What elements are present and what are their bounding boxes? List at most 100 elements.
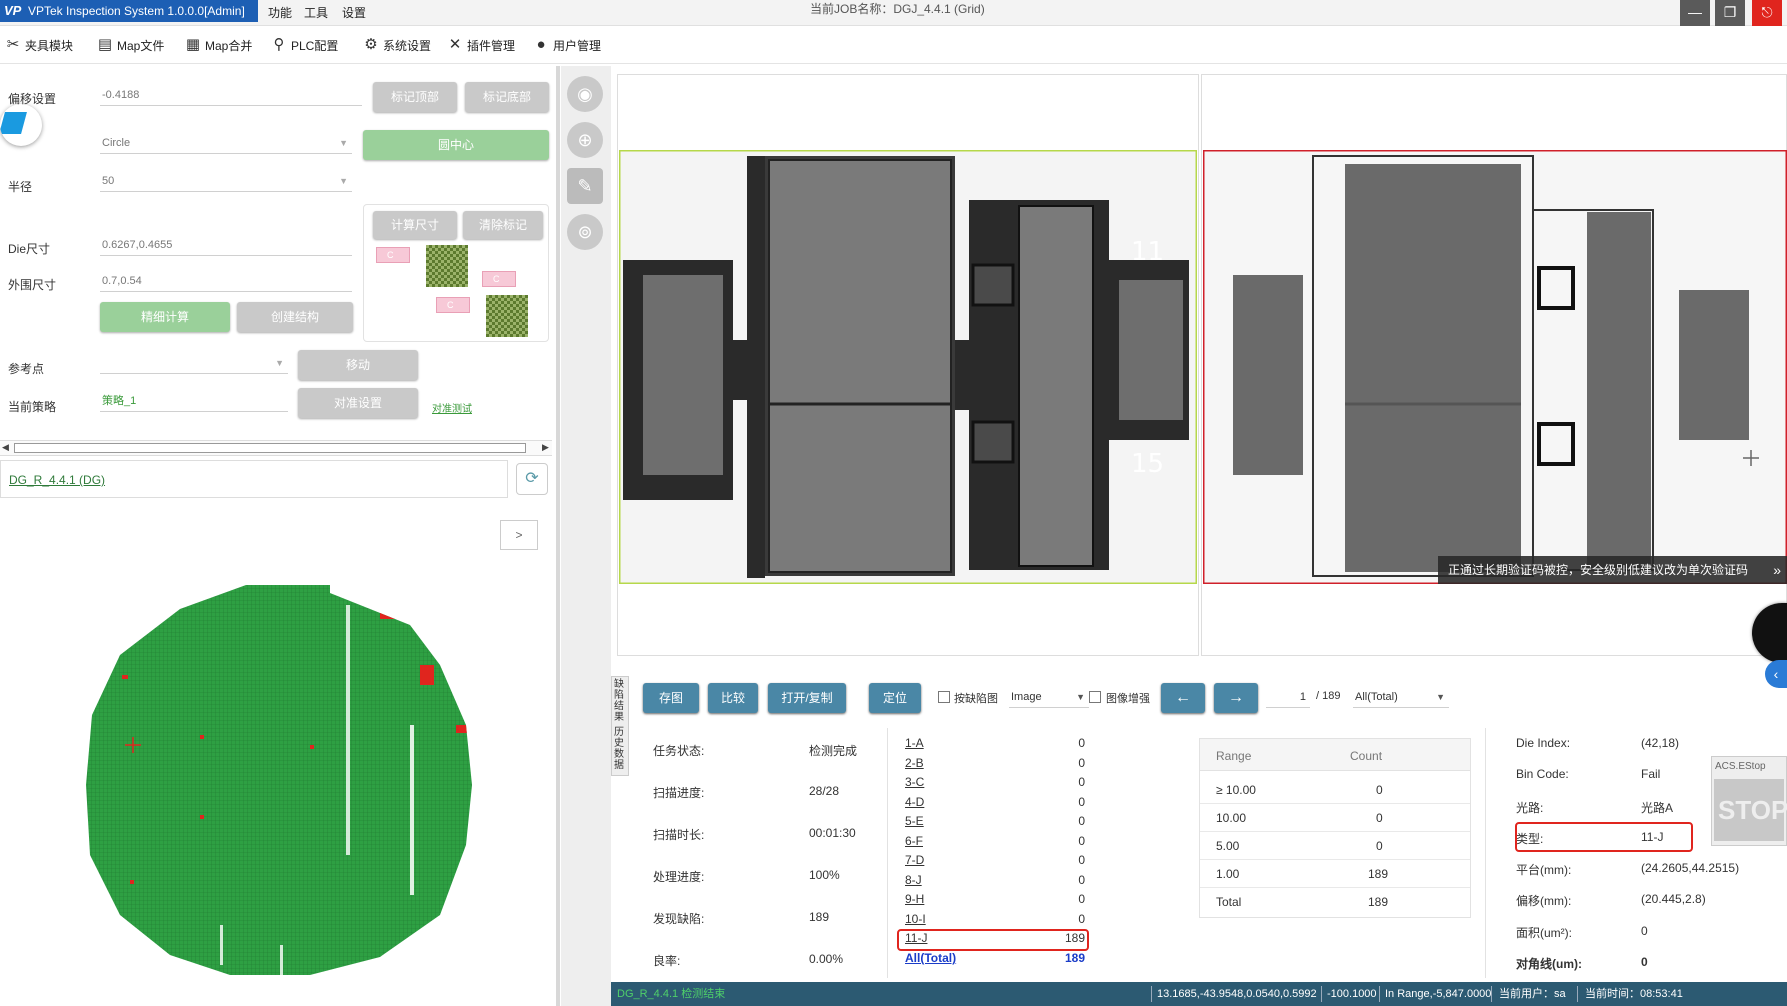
estop-panel[interactable]: ACS.EStop STOP xyxy=(1711,756,1787,846)
merge-icon: ▦ xyxy=(185,36,201,53)
bin-link[interactable]: 4-D xyxy=(905,795,924,809)
bin-link[interactable]: 8-J xyxy=(905,873,922,887)
measure-button[interactable]: ✎ xyxy=(567,168,603,204)
open-copy-button[interactable]: 打开/复制 xyxy=(768,683,846,713)
stop-text: STOP xyxy=(1718,795,1787,825)
system-settings-button[interactable]: ⚙ 系统设置 xyxy=(362,33,431,57)
filter-select[interactable]: All(Total) ▼ xyxy=(1353,686,1449,708)
bin-link[interactable]: 2-B xyxy=(905,756,924,770)
expand-button[interactable]: > xyxy=(500,520,538,550)
clear-mark-button[interactable]: 清除标记 xyxy=(463,211,543,239)
page-total: / 189 xyxy=(1316,690,1341,702)
create-structure-button[interactable]: 创建结构 xyxy=(237,302,353,332)
compare-button[interactable]: 比较 xyxy=(708,683,758,713)
restore-button[interactable]: ❐ xyxy=(1715,0,1745,26)
app-title-tab: VP VPTek Inspection System 1.0.0.0[Admin… xyxy=(0,0,258,22)
bin-link[interactable]: 6-F xyxy=(905,834,923,848)
plc-config-button[interactable]: ⚲ PLC配置 xyxy=(270,33,339,57)
bin-link[interactable]: 1-A xyxy=(905,736,924,750)
assistant-badge[interactable] xyxy=(0,104,42,146)
image-type-select[interactable]: Image ▼ xyxy=(1009,686,1089,708)
menu-tools[interactable]: 工具 xyxy=(304,4,328,21)
locate-button[interactable]: 定位 xyxy=(869,683,921,713)
sync-button[interactable]: ⟳ xyxy=(516,463,548,495)
shape-select[interactable]: Circle ▼ xyxy=(100,132,352,154)
fine-calc-button[interactable]: 精细计算 xyxy=(100,302,230,332)
scroll-left-icon[interactable]: ◀ xyxy=(2,442,9,453)
fixture-module-button[interactable]: ✂ 夹具模块 xyxy=(4,33,73,57)
mark-bottom-button[interactable]: 标记底部 xyxy=(465,82,549,112)
enhance-checkbox[interactable] xyxy=(1089,691,1101,703)
outer-size-field[interactable]: 0.7,0.54 xyxy=(100,270,352,292)
chevrons-right-icon[interactable]: » xyxy=(1773,556,1781,584)
align-test-link[interactable]: 对准测试 xyxy=(432,400,472,415)
bin-link[interactable]: 9-H xyxy=(905,892,924,906)
bin-count: 0 xyxy=(1078,814,1085,828)
user-manage-button[interactable]: ● 用户管理 xyxy=(532,33,601,57)
camera-button[interactable]: ◉ xyxy=(567,76,603,112)
align-settings-button[interactable]: 对准设置 xyxy=(298,388,418,418)
struct-mark-2[interactable]: C xyxy=(482,271,516,287)
horizontal-scrollbar[interactable]: ◀ ▶ xyxy=(0,440,552,456)
move-button[interactable]: 移动 xyxy=(298,350,418,380)
tab-history[interactable]: 历史数据 xyxy=(614,727,626,771)
grid-button[interactable]: ⊕ xyxy=(567,122,603,158)
menu-settings[interactable]: 设置 xyxy=(342,4,366,21)
count-cell: 0 xyxy=(1376,811,1383,825)
bin-link[interactable]: 7-D xyxy=(905,853,924,867)
minimize-button[interactable]: — xyxy=(1680,0,1710,26)
wafer-defect-die[interactable] xyxy=(456,725,468,733)
wafer-defect-die[interactable] xyxy=(380,605,398,619)
bin-link[interactable]: 5-E xyxy=(905,814,924,828)
offset-field[interactable]: -0.4188 xyxy=(100,84,362,106)
strategy-field[interactable]: 策略_1 xyxy=(100,390,288,412)
recipe-link[interactable]: DG_R_4.4.1 (DG) xyxy=(9,473,105,487)
menu-function[interactable]: 功能 xyxy=(268,4,292,21)
map-merge-button[interactable]: ▦ Map合并 xyxy=(184,33,252,57)
notice-toast[interactable]: 正通过长期验证码被控，安全级别低建议改为单次验证码 » xyxy=(1438,556,1787,584)
exit-button[interactable]: ⎋ xyxy=(1752,0,1782,26)
bin-link[interactable]: 3-C xyxy=(905,775,924,789)
struct-mark-1[interactable]: C xyxy=(376,247,410,263)
wafer-defect-die[interactable] xyxy=(310,745,314,749)
wafer-defect-die[interactable] xyxy=(200,735,204,739)
live-image[interactable]: 11 15 xyxy=(619,150,1197,584)
next-defect-button[interactable]: → xyxy=(1214,683,1258,713)
panel-splitter[interactable] xyxy=(556,66,560,1006)
page-input[interactable]: 1 xyxy=(1266,686,1310,708)
wafer-defect-die[interactable] xyxy=(122,675,128,679)
bin-link[interactable]: 10-I xyxy=(905,912,926,926)
stat-value: 0.00% xyxy=(809,952,844,966)
radius-select[interactable]: 50 ▼ xyxy=(100,170,352,192)
scroll-right-icon[interactable]: ▶ xyxy=(542,442,549,453)
calc-size-button[interactable]: 计算尺寸 xyxy=(373,211,457,239)
tab-defect-results[interactable]: 缺陷结果 xyxy=(614,679,626,723)
plugin-manage-button[interactable]: ✕ 插件管理 xyxy=(446,33,515,57)
prev-defect-button[interactable]: ← xyxy=(1161,683,1205,713)
scan-button[interactable]: ⊚ xyxy=(567,214,603,250)
bin-link-total[interactable]: All(Total) xyxy=(905,951,956,965)
count-cell: 189 xyxy=(1368,895,1389,909)
struct-mark-3[interactable]: C xyxy=(436,297,470,313)
estop-label: ACS.EStop xyxy=(1715,761,1766,772)
circle-center-button[interactable]: 圆中心 xyxy=(363,130,549,160)
wafer-defect-die[interactable] xyxy=(130,880,134,884)
row-divider xyxy=(1200,831,1470,832)
reference-image[interactable] xyxy=(1203,150,1787,584)
wafer-map[interactable] xyxy=(80,585,480,975)
die-size-label: Die尺寸 xyxy=(8,242,51,256)
ref-point-select[interactable]: ▼ xyxy=(100,352,288,374)
info-label: Die Index: xyxy=(1516,736,1571,750)
map-file-button[interactable]: ▤ Map文件 xyxy=(96,33,164,57)
collapse-tab[interactable]: ‹ xyxy=(1765,660,1787,688)
bin-count: 0 xyxy=(1078,795,1085,809)
wafer-defect-die[interactable] xyxy=(200,815,204,819)
die-size-field[interactable]: 0.6267,0.4655 xyxy=(100,234,352,256)
chevron-down-icon: ▼ xyxy=(1076,692,1085,702)
scroll-thumb[interactable] xyxy=(14,443,526,453)
mark-top-button[interactable]: 标记顶部 xyxy=(373,82,457,112)
wafer-defect-die[interactable] xyxy=(420,665,434,685)
save-image-button[interactable]: 存图 xyxy=(643,683,699,713)
defect-image-checkbox[interactable] xyxy=(938,691,950,703)
results-panel: 缺陷结果 历史数据 存图 比较 打开/复制 定位 按缺陷图 Image ▼ 图像增… xyxy=(611,660,1787,982)
